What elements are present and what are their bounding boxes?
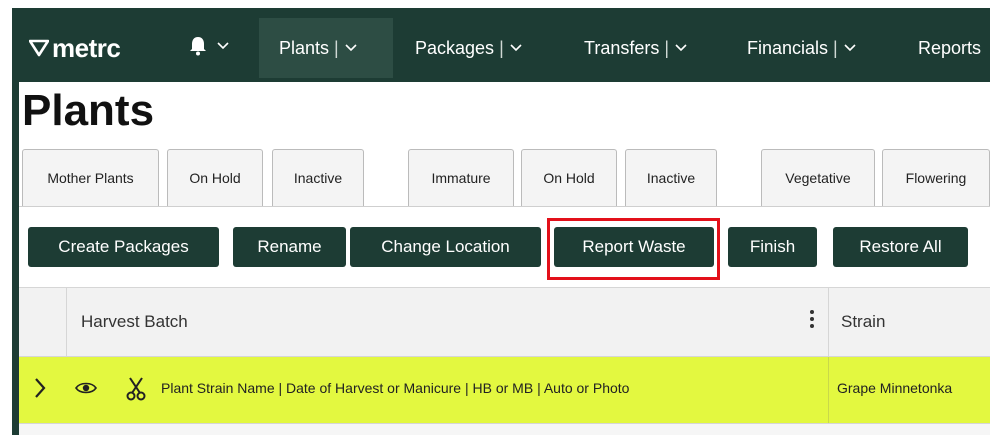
rename-button[interactable]: Rename	[233, 227, 346, 267]
nav-separator: |	[664, 37, 670, 58]
create-packages-button[interactable]: Create Packages	[28, 227, 219, 267]
chevron-down-icon	[217, 42, 229, 50]
tab-immature-on-hold[interactable]: On Hold	[521, 149, 617, 206]
nav-packages-label: Packages	[415, 37, 495, 58]
logo-text: metrc	[52, 32, 121, 63]
tabs-divider	[19, 206, 990, 207]
eye-icon[interactable]	[75, 380, 97, 396]
tab-immature-inactive[interactable]: Inactive	[625, 149, 717, 206]
tab-vegetative[interactable]: Vegetative	[761, 149, 875, 206]
nav-plants-label: Plants	[279, 37, 330, 58]
report-waste-highlight	[547, 218, 720, 280]
nav-separator: |	[499, 37, 504, 58]
chevron-down-icon	[510, 44, 522, 52]
nav-reports[interactable]: Reports	[918, 18, 981, 78]
restore-all-button[interactable]: Restore All	[833, 227, 968, 267]
notifications-menu[interactable]	[189, 36, 229, 56]
tab-immature[interactable]: Immature	[408, 149, 514, 206]
tab-mother-on-hold[interactable]: On Hold	[167, 149, 263, 206]
select-column-header	[19, 288, 67, 356]
nav-financials[interactable]: Financials |	[747, 18, 856, 78]
finish-button[interactable]: Finish	[728, 227, 817, 267]
chevron-down-icon	[844, 44, 856, 52]
scissors-icon[interactable]	[126, 377, 146, 401]
tab-mother-inactive[interactable]: Inactive	[272, 149, 364, 206]
page-title: Plants	[22, 86, 155, 135]
column-header-harvest-batch[interactable]: Harvest Batch	[81, 312, 188, 332]
nav-separator: |	[833, 37, 838, 58]
nav-reports-label: Reports	[918, 37, 982, 58]
table-row[interactable]: Plant Strain Name | Date of Harvest or M…	[19, 357, 990, 423]
kebab-menu-icon[interactable]	[809, 308, 815, 330]
tab-flowering[interactable]: Flowering	[882, 149, 990, 206]
nav-financials-label: Financials	[747, 37, 829, 58]
chevron-right-icon[interactable]	[33, 377, 47, 399]
harvest-batch-cell: Plant Strain Name | Date of Harvest or M…	[161, 380, 630, 396]
nav-separator: |	[334, 37, 339, 58]
tab-mother-plants[interactable]: Mother Plants	[22, 149, 159, 206]
column-header-strain[interactable]: Strain	[841, 312, 885, 332]
bell-icon	[190, 37, 206, 56]
chevron-down-icon	[345, 44, 357, 52]
nav-transfers[interactable]: Transfers |	[584, 18, 687, 78]
nav-transfers-label: Transfers	[584, 37, 660, 58]
top-navbar: metrc Plants | Packages | Transfers | Fi…	[19, 18, 990, 78]
metrc-logo[interactable]: metrc	[29, 30, 121, 66]
grid-next-row	[19, 423, 990, 435]
grid-header: Harvest Batch Strain	[19, 287, 990, 357]
change-location-button[interactable]: Change Location	[350, 227, 541, 267]
column-divider	[828, 357, 829, 423]
chevron-down-icon	[675, 44, 687, 52]
strain-cell: Grape Minnetonka	[837, 380, 953, 396]
nav-packages[interactable]: Packages |	[415, 18, 522, 78]
logo-mark-icon	[29, 39, 49, 57]
nav-plants[interactable]: Plants |	[259, 18, 393, 78]
column-divider	[828, 288, 829, 356]
